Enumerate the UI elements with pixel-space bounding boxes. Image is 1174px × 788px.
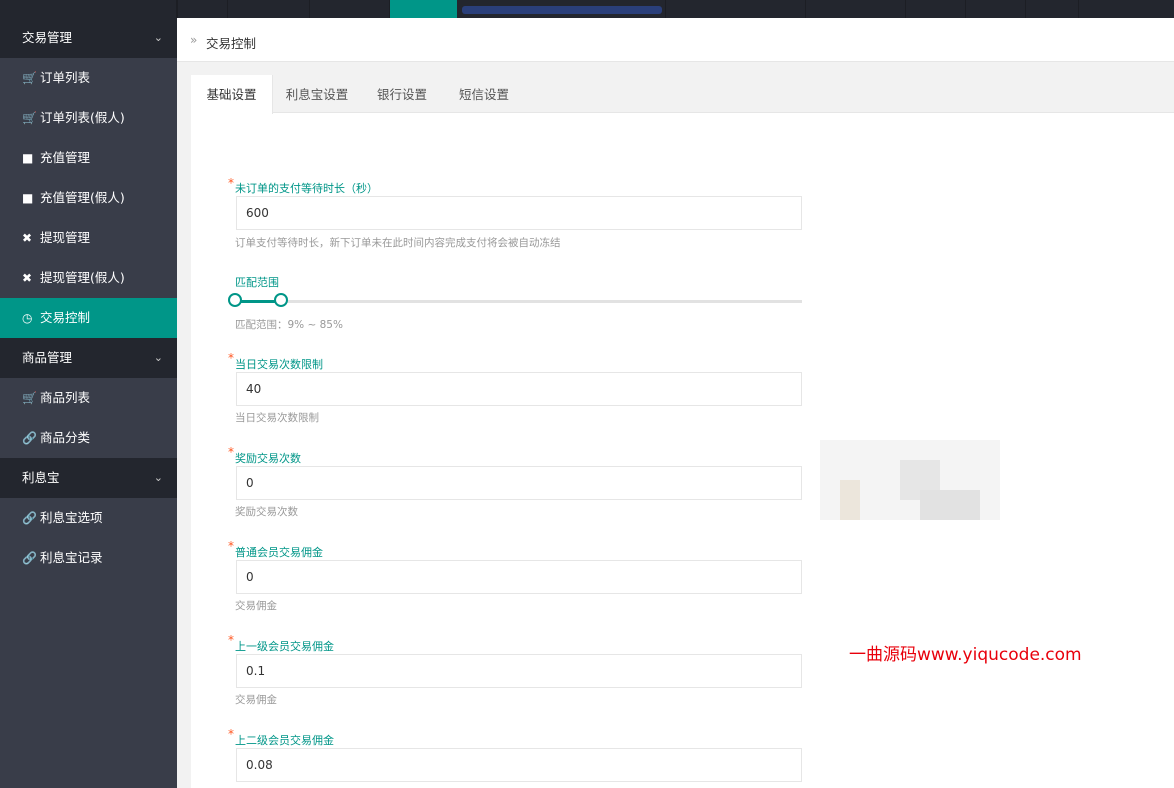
top-tab[interactable] [227, 0, 309, 18]
level1-commission-label: 上一级会员交易佣金 [235, 640, 334, 653]
member-commission-label: 普通会员交易佣金 [235, 546, 323, 559]
wait-time-label: 未订单的支付等待时长（秒） [235, 182, 378, 195]
match-range-max-handle[interactable] [274, 293, 288, 307]
sidebar-item-trade-control[interactable]: ◷ 交易控制 [0, 298, 177, 338]
money-icon: ■ [22, 151, 34, 165]
bonus-count-label: 奖励交易次数 [235, 452, 301, 465]
link-icon: 🔗 [22, 431, 37, 445]
sidebar-item-goods-category[interactable]: 🔗 商品分类 [0, 418, 177, 458]
sidebar-item-interest-options[interactable]: 🔗 利息宝选项 [0, 498, 177, 538]
required-mark: * [228, 539, 234, 553]
top-navbar [0, 0, 1174, 18]
level2-commission-label: 上二级会员交易佣金 [235, 734, 334, 747]
member-commission-input[interactable]: 0 [236, 560, 802, 594]
required-mark: * [228, 633, 234, 647]
top-tab-active[interactable] [389, 0, 457, 18]
sidebar-item-label: 提现管理 [40, 230, 91, 245]
blurred-region [840, 480, 860, 520]
sidebar-item-orders[interactable]: 🛒 订单列表 [0, 58, 177, 98]
sidebar-item-goods-list[interactable]: 🛒 商品列表 [0, 378, 177, 418]
daily-limit-input[interactable]: 40 [236, 372, 802, 406]
sidebar-item-recharge[interactable]: ■ 充值管理 [0, 138, 177, 178]
sidebar-group-label: 交易管理 [22, 30, 73, 45]
level2-commission-input[interactable]: 0.08 [236, 748, 802, 782]
sidebar-group-goods[interactable]: 商品管理 ⌄ [0, 338, 177, 378]
breadcrumb: » 交易控制 [177, 18, 1174, 62]
sidebar-item-label: 交易控制 [40, 310, 91, 325]
sidebar-item-label: 利息宝记录 [40, 550, 103, 565]
level1-commission-input[interactable]: 0.1 [236, 654, 802, 688]
tab-interest[interactable]: 利息宝设置 [273, 75, 361, 114]
top-address-strip [462, 6, 662, 14]
top-tab[interactable] [665, 0, 805, 18]
sidebar-item-label: 提现管理(假人) [40, 270, 125, 285]
gavel-icon: ✖ [22, 231, 33, 245]
sidebar-item-recharge-fake[interactable]: ■ 充值管理(假人) [0, 178, 177, 218]
admin-menu[interactable] [1078, 0, 1174, 18]
cart-icon: 🛒 [22, 71, 37, 85]
settings-panel: 基础设置 利息宝设置 银行设置 短信设置 * 未订单的支付等待时长（秒） 600… [191, 75, 1174, 788]
tab-bank[interactable]: 银行设置 [361, 75, 443, 114]
required-mark: * [228, 176, 234, 190]
sidebar-group-interest[interactable]: 利息宝 ⌄ [0, 458, 177, 498]
chevron-down-icon: ⌄ [153, 351, 163, 364]
link-icon: 🔗 [22, 551, 37, 565]
required-mark: * [228, 727, 234, 741]
match-range-label: 匹配范围 [235, 276, 279, 289]
top-tab[interactable] [965, 0, 1025, 18]
daily-limit-label: 当日交易次数限制 [235, 358, 323, 371]
top-tab[interactable] [177, 0, 227, 18]
required-mark: * [228, 445, 234, 459]
settings-tabs: 基础设置 利息宝设置 银行设置 短信设置 [191, 75, 1174, 114]
sidebar-item-label: 充值管理 [40, 150, 91, 165]
shopping-cart-icon: 🛒 [22, 391, 37, 405]
sidebar-item-label: 商品列表 [40, 390, 91, 405]
sidebar: 交易管理 ⌄ 🛒 订单列表 🛒 订单列表(假人) ■ 充值管理 ■ 充值管理(假人) ✖… [0, 18, 177, 788]
wait-time-input[interactable]: 600 [236, 196, 802, 230]
sidebar-group-trade[interactable]: 交易管理 ⌄ [0, 18, 177, 58]
watermark-text: 一曲源码www.yiqucode.com [849, 645, 1082, 665]
sidebar-group-label: 商品管理 [22, 350, 73, 365]
member-commission-hint: 交易佣金 [235, 600, 277, 612]
top-tab[interactable] [905, 0, 965, 18]
tab-sms[interactable]: 短信设置 [443, 75, 525, 114]
sidebar-item-withdraw-fake[interactable]: ✖ 提现管理(假人) [0, 258, 177, 298]
chevron-down-icon: ⌄ [153, 471, 163, 484]
sidebar-item-label: 充值管理(假人) [40, 190, 125, 205]
cart-icon: 🛒 [22, 111, 37, 125]
wait-time-hint: 订单支付等待时长，新下订单未在此时间内容完成支付将会被自动冻结 [235, 237, 561, 249]
sidebar-group-label: 利息宝 [22, 470, 60, 485]
top-tab[interactable] [309, 0, 389, 18]
sidebar-item-label: 订单列表 [40, 70, 91, 85]
breadcrumb-separator-icon: » [190, 33, 198, 47]
bonus-count-hint: 奖励交易次数 [235, 506, 298, 518]
top-tab[interactable] [1025, 0, 1078, 18]
daily-limit-hint: 当日交易次数限制 [235, 412, 319, 424]
sidebar-item-orders-fake[interactable]: 🛒 订单列表(假人) [0, 98, 177, 138]
level1-commission-hint: 交易佣金 [235, 694, 277, 706]
link-icon: 🔗 [22, 511, 37, 525]
dashboard-icon: ◷ [22, 311, 33, 325]
breadcrumb-current[interactable]: 交易控制 [206, 33, 256, 52]
sidebar-item-label: 订单列表(假人) [40, 110, 125, 125]
match-range-hint: 匹配范围：9% ~ 85% [235, 319, 343, 331]
blurred-region [920, 490, 980, 520]
match-range-slider[interactable] [234, 300, 802, 303]
required-mark: * [228, 351, 234, 365]
chevron-down-icon: ⌄ [153, 31, 163, 44]
match-range-min-handle[interactable] [228, 293, 242, 307]
money-icon: ■ [22, 191, 34, 205]
sidebar-item-interest-records[interactable]: 🔗 利息宝记录 [0, 538, 177, 578]
bonus-count-input[interactable]: 0 [236, 466, 802, 500]
sidebar-item-label: 利息宝选项 [40, 510, 103, 525]
brand-logo[interactable] [0, 0, 177, 18]
tab-basic[interactable]: 基础设置 [191, 75, 273, 114]
sidebar-item-withdraw[interactable]: ✖ 提现管理 [0, 218, 177, 258]
sidebar-item-label: 商品分类 [40, 430, 91, 445]
top-tab[interactable] [805, 0, 905, 18]
gavel-icon: ✖ [22, 271, 33, 285]
